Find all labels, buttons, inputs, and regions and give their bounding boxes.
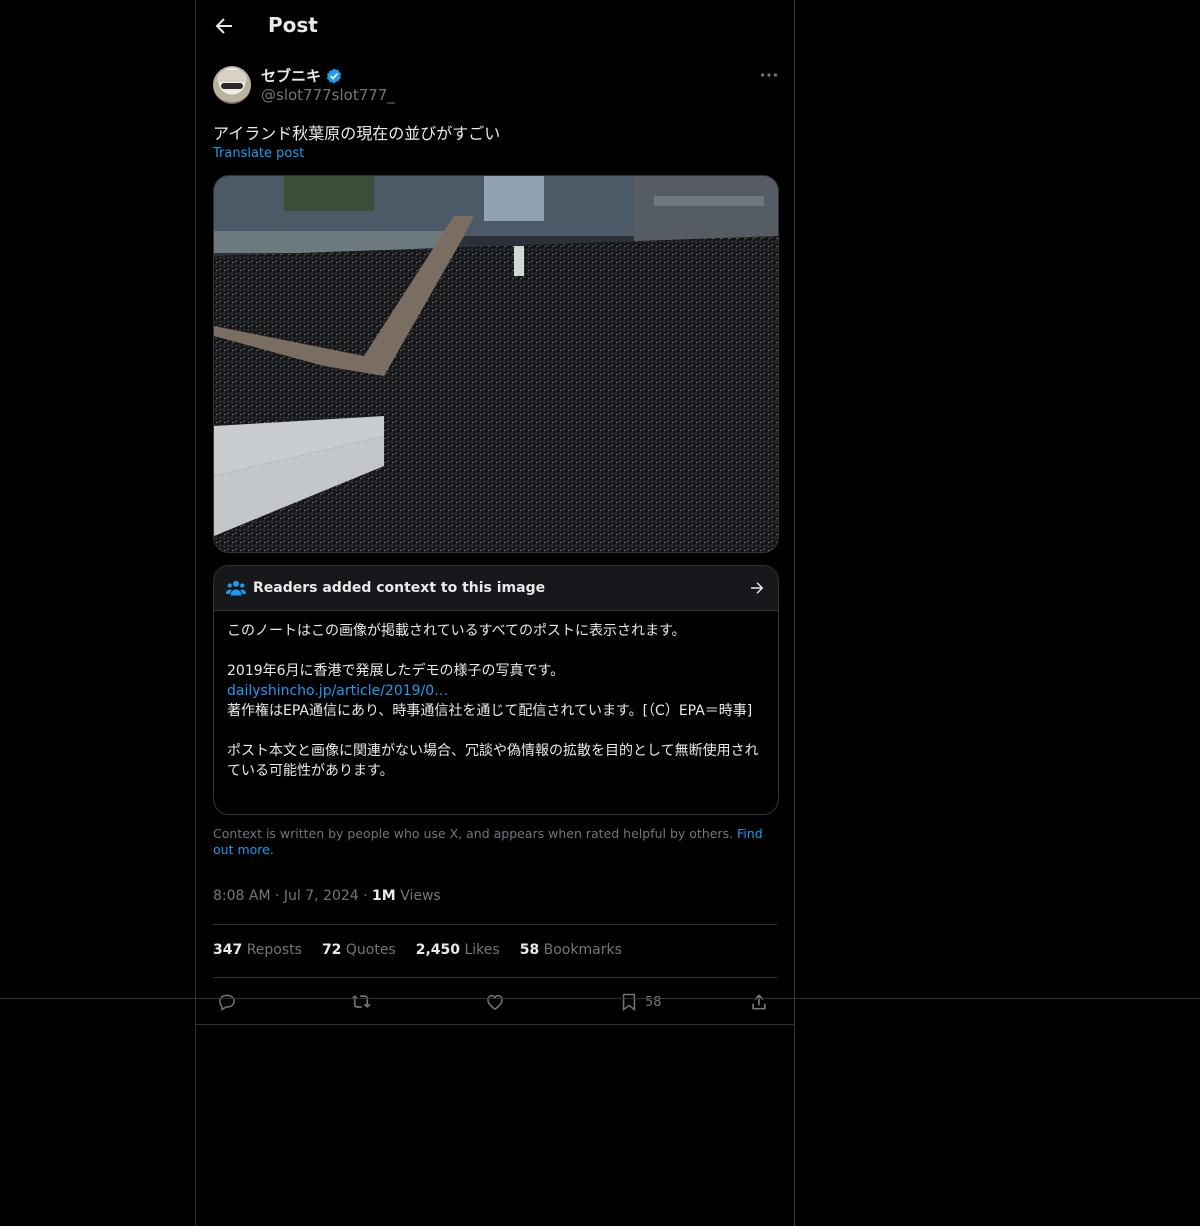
bookmark-button[interactable]: 58 — [619, 990, 662, 1014]
back-arrow-icon[interactable] — [212, 14, 236, 38]
divider — [196, 1024, 794, 1025]
context-text: Context is written by people who use X, … — [213, 826, 734, 841]
reply-button[interactable] — [217, 990, 237, 1014]
share-button[interactable] — [749, 990, 769, 1014]
primary-column: Post セブニキ @slot777slot777_ アイランド秋葉原の現在の並… — [195, 0, 795, 1226]
community-note-body: このノートはこの画像が掲載されているすべてのポストに表示されます。 2019年6… — [227, 621, 767, 781]
reposts-stat[interactable]: 347 Reposts — [213, 942, 302, 958]
like-button[interactable] — [485, 990, 505, 1014]
community-note: Readers added context to this image このノー… — [213, 565, 779, 815]
post-time[interactable]: 8:08 AM — [213, 888, 271, 904]
community-note-header[interactable]: Readers added context to this image — [214, 566, 778, 611]
divider — [213, 977, 777, 978]
avatar[interactable] — [213, 66, 251, 104]
note-line: このノートはこの画像が掲載されているすべてのポストに表示されます。 — [227, 623, 686, 639]
heart-icon — [487, 994, 503, 1010]
bookmark-icon — [622, 993, 636, 1011]
page-title: Post — [268, 13, 318, 37]
people-icon — [226, 580, 246, 596]
share-icon — [752, 994, 766, 1010]
post-meta: 8:08 AM · Jul 7, 2024 · 1M Views — [213, 888, 441, 904]
likes-stat[interactable]: 2,450 Likes — [416, 942, 500, 958]
post-stats: 347 Reposts 72 Quotes 2,450 Likes 58 Boo… — [213, 942, 622, 958]
overlay-line — [0, 998, 1200, 999]
page-header: Post — [196, 0, 794, 53]
display-name[interactable]: セブニキ — [261, 65, 321, 86]
post-date[interactable]: Jul 7, 2024 — [284, 888, 359, 904]
bookmark-count: 58 — [645, 994, 662, 1010]
divider — [213, 924, 777, 925]
crowd-photo — [214, 176, 778, 552]
views-label: Views — [400, 888, 441, 904]
context-disclaimer: Context is written by people who use X, … — [213, 826, 773, 858]
community-note-title: Readers added context to this image — [253, 580, 546, 596]
note-line: 2019年6月に香港で発展したデモの様子の写真です。 — [227, 663, 565, 679]
repost-button[interactable] — [351, 990, 371, 1014]
author-handle[interactable]: @slot777slot777_ — [261, 86, 395, 104]
arrow-right-icon — [751, 582, 764, 594]
note-line: 著作権はEPA通信にあり、時事通信社を通じて配信されています。[（C）EPA＝時… — [227, 703, 753, 719]
note-source-link[interactable]: dailyshincho.jp/article/2019/0… — [227, 683, 448, 699]
post-text: アイランド秋葉原の現在の並びがすごい — [213, 124, 501, 143]
quotes-stat[interactable]: 72 Quotes — [322, 942, 396, 958]
more-options-icon[interactable] — [758, 64, 780, 86]
repost-icon — [351, 995, 371, 1008]
views-count: 1M — [372, 888, 396, 904]
translate-post-link[interactable]: Translate post — [213, 146, 304, 161]
author-name[interactable]: セブニキ — [261, 65, 343, 86]
bookmarks-stat[interactable]: 58 Bookmarks — [520, 942, 622, 958]
reply-icon — [219, 994, 235, 1011]
post-image[interactable] — [213, 175, 779, 553]
verified-badge-icon — [326, 67, 342, 84]
action-bar: 58 — [213, 990, 777, 1014]
note-line: ポスト本文と画像に関連がない場合、冗談や偽情報の拡散を目的として無断使用されてい… — [227, 743, 759, 779]
